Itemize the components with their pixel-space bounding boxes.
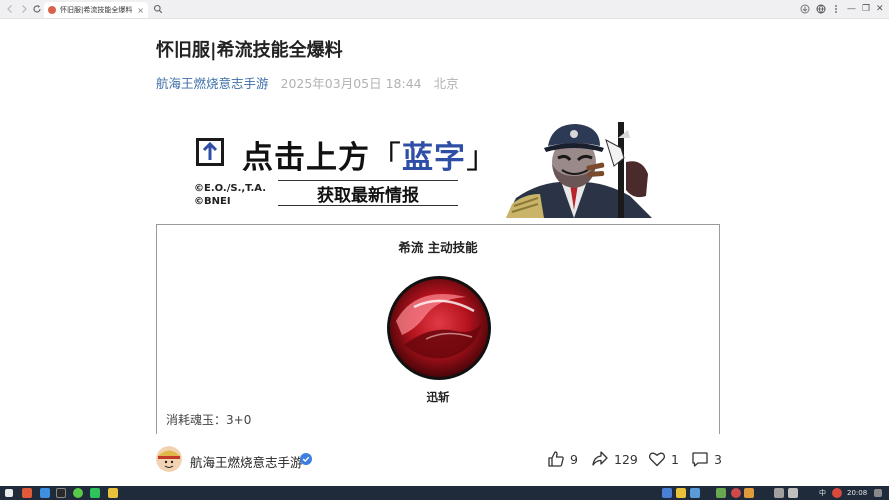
more-icon[interactable] — [830, 3, 842, 15]
author-avatar[interactable] — [156, 446, 182, 472]
character-illustration — [506, 122, 652, 218]
windows-taskbar: 中 20:08 — [0, 486, 889, 500]
tray-icon-4[interactable] — [716, 488, 726, 498]
skill-cost: 消耗魂玉：3+0 — [166, 413, 252, 427]
banner-headline-prefix: 点击上方 — [242, 140, 370, 176]
tray-icon-3[interactable] — [690, 488, 700, 498]
skill-name: 迅斩 — [426, 390, 450, 404]
network-icon[interactable] — [774, 488, 784, 498]
banner-copyright: ©E.O./S.,T.A. ©BNEI — [194, 182, 266, 208]
app-icon-4[interactable] — [108, 488, 118, 498]
forward-icon[interactable] — [18, 3, 30, 15]
start-icon[interactable] — [5, 489, 13, 497]
download-icon[interactable] — [799, 3, 811, 15]
tab-title: 怀旧服|希流技能全爆料 — [60, 6, 133, 14]
publish-date: 2025年03月05日 18:44 — [280, 76, 422, 91]
share-icon — [592, 451, 608, 466]
copyright-line-2: ©BNEI — [194, 196, 231, 207]
follow-banner: 点击上方「蓝字」 ©E.O./S.,T.A. ©BNEI 获取最新情报 — [190, 118, 660, 218]
taskbar-clock[interactable]: 20:08 — [847, 487, 867, 499]
author-name[interactable]: 航海王燃烧意志手游 — [190, 452, 303, 471]
browser-toolbar: 怀旧服|希流技能全爆料 × — ❐ ✕ — [0, 0, 889, 19]
heart-icon — [648, 452, 666, 467]
share-button[interactable]: 129 — [591, 450, 638, 468]
ime-indicator[interactable]: 中 — [819, 487, 826, 499]
tray-icon-1[interactable] — [662, 488, 672, 498]
app-icon-1[interactable] — [22, 488, 32, 498]
banner-bracket-open: 「 — [370, 140, 402, 176]
comment-count: 3 — [714, 451, 722, 467]
banner-subtitle-text: 获取最新情报 — [317, 185, 419, 206]
article-title: 怀旧服|希流技能全爆料 — [156, 40, 343, 61]
skill-icon — [387, 276, 491, 380]
volume-icon[interactable] — [788, 488, 798, 498]
tab-close-icon[interactable]: × — [137, 6, 144, 15]
arrow-up-icon — [196, 138, 224, 166]
like-button[interactable]: 9 — [547, 450, 578, 468]
source-link[interactable]: 航海王燃烧意志手游 — [156, 76, 269, 91]
wechat-icon[interactable] — [90, 488, 100, 498]
banner-bracket-close: 」 — [466, 140, 498, 176]
minimize-icon[interactable]: — — [847, 3, 856, 15]
search-icon[interactable] — [152, 3, 164, 15]
bottom-action-bar: 航海王燃烧意志手游 9 129 1 3 — [0, 434, 889, 486]
favorite-count: 1 — [671, 451, 679, 467]
app-icon-3[interactable] — [73, 488, 83, 498]
favicon-icon — [48, 6, 56, 14]
tray-icon-2[interactable] — [676, 488, 686, 498]
app-icon-2[interactable] — [40, 488, 50, 498]
tray-icon-6[interactable] — [744, 488, 754, 498]
notification-icon[interactable] — [874, 489, 882, 497]
like-count: 9 — [570, 451, 578, 467]
skill-card-title: 希流 主动技能 — [398, 240, 478, 255]
browser-tab[interactable]: 怀旧服|希流技能全爆料 × — [44, 2, 148, 18]
comment-button[interactable]: 3 — [691, 450, 722, 468]
verified-icon — [300, 453, 312, 465]
banner-subtitle: 获取最新情报 — [278, 180, 458, 206]
comment-icon — [692, 452, 708, 467]
share-count: 129 — [614, 451, 638, 467]
publish-location: 北京 — [433, 76, 459, 91]
close-window-icon[interactable]: ✕ — [876, 3, 884, 15]
favorite-button[interactable]: 1 — [648, 450, 679, 468]
banner-headline: 点击上方「蓝字」 — [242, 132, 498, 177]
tray-icon-7[interactable] — [832, 488, 842, 498]
banner-headline-blue: 蓝字 — [402, 140, 466, 176]
maximize-icon[interactable]: ❐ — [862, 3, 870, 15]
browser-app-icon[interactable] — [56, 488, 66, 498]
article-meta: 航海王燃烧意志手游 2025年03月05日 18:44 北京 — [156, 73, 459, 92]
tray-icon-5[interactable] — [731, 488, 741, 498]
globe-icon[interactable] — [815, 3, 827, 15]
copyright-line-1: ©E.O./S.,T.A. — [194, 183, 266, 194]
skill-card: 希流 主动技能 迅斩 消耗魂玉：3+0 — [156, 224, 720, 434]
refresh-icon[interactable] — [31, 3, 43, 15]
thumbs-up-icon — [548, 451, 564, 467]
back-icon[interactable] — [4, 3, 16, 15]
